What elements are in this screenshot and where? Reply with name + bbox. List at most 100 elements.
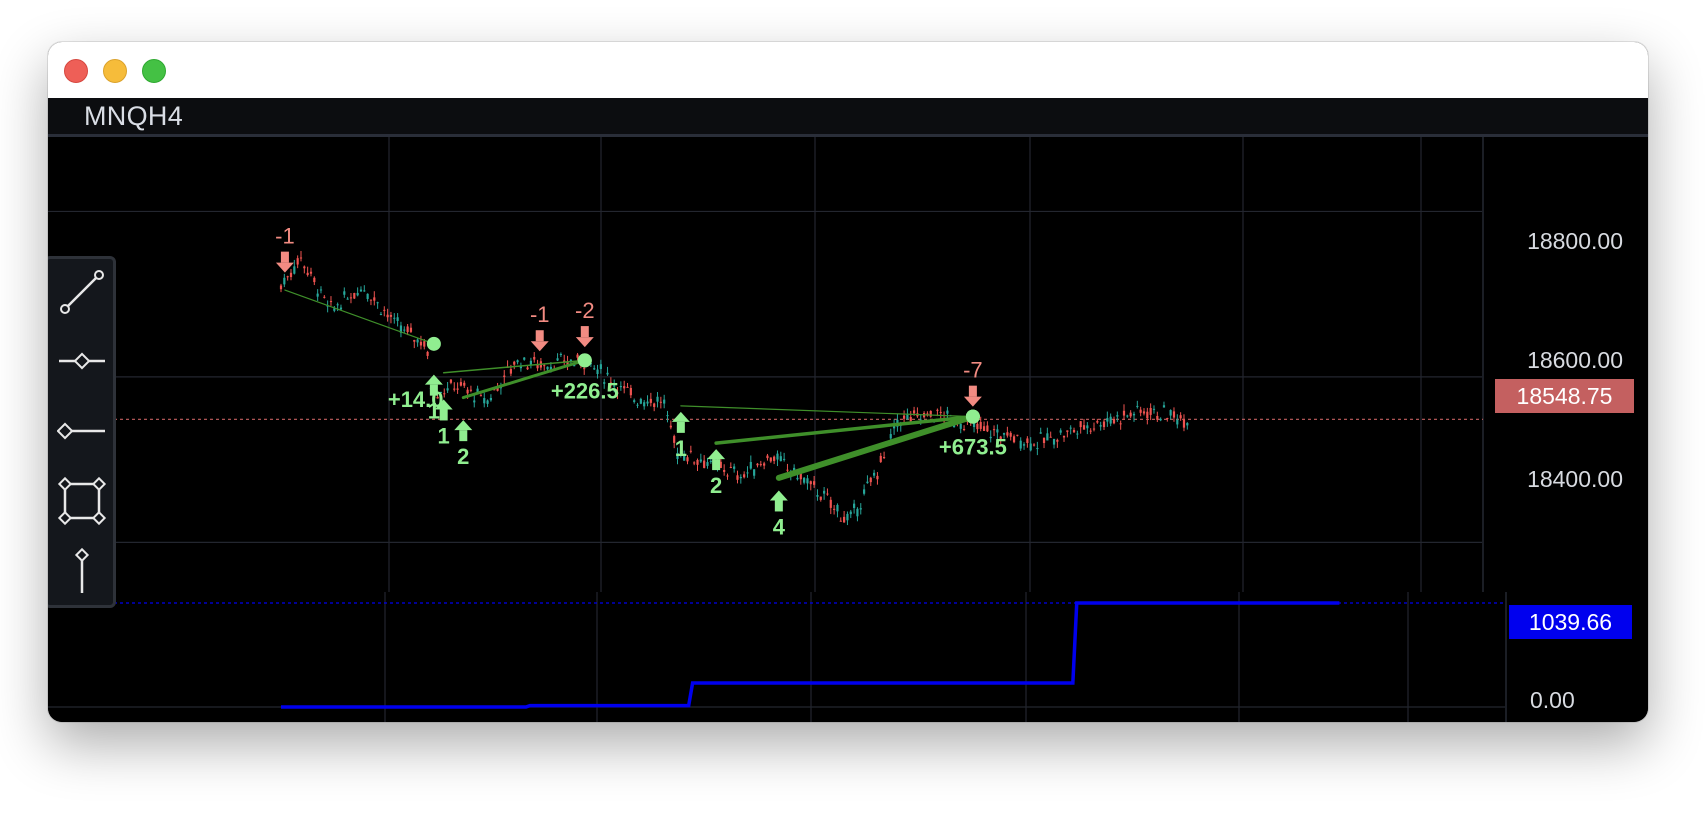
- candle-body: [1092, 428, 1096, 430]
- candle-body: [1162, 405, 1166, 408]
- candle-body: [583, 368, 586, 370]
- vertical-line-tool-icon[interactable]: [57, 545, 107, 595]
- candle-body: [756, 463, 759, 466]
- candle-body: [743, 474, 746, 478]
- candle-body: [1099, 425, 1102, 427]
- candle-body: [1166, 417, 1169, 419]
- candle-body: [469, 389, 473, 391]
- close-button[interactable]: [64, 59, 88, 83]
- candle-body: [656, 396, 659, 402]
- candle-body: [663, 399, 666, 404]
- zoom-button[interactable]: [142, 59, 166, 83]
- candle-body: [1059, 430, 1062, 433]
- candle-body: [809, 481, 812, 485]
- candle-body: [406, 326, 409, 332]
- buy-marker-label: 4: [773, 514, 786, 539]
- candle-body: [543, 365, 546, 367]
- equity-value-label: 1039.66: [1509, 605, 1632, 639]
- trade-pnl-label: +14.0: [388, 387, 444, 412]
- candle-body: [1179, 415, 1182, 419]
- candle-body: [876, 475, 879, 480]
- candle-body: [1172, 411, 1176, 418]
- candle-body: [1042, 437, 1046, 443]
- candle-body: [1029, 443, 1032, 451]
- minimize-button[interactable]: [103, 59, 127, 83]
- candle-body: [426, 351, 429, 356]
- price-chart[interactable]: -1112-1 -2124-7+14.0 +226.5+673.5: [48, 137, 1648, 722]
- candle-body: [1176, 419, 1179, 425]
- candle-body: [869, 477, 872, 483]
- candle-body: [739, 476, 742, 479]
- candle-body: [1156, 415, 1159, 420]
- candle-body: [773, 456, 776, 461]
- trade-pnl-label: +226.5: [551, 378, 619, 403]
- candle-body: [456, 388, 459, 390]
- candle-body: [946, 410, 949, 414]
- candle-body: [839, 520, 842, 522]
- candle-body: [386, 314, 389, 318]
- candle-body: [1122, 410, 1126, 416]
- candle-body: [749, 461, 752, 469]
- candle-body: [1072, 429, 1076, 433]
- candle-body: [659, 401, 662, 403]
- candle-body: [1079, 421, 1082, 428]
- candle-body: [339, 307, 343, 310]
- candle-body: [459, 382, 463, 386]
- candle-body: [526, 367, 529, 370]
- candle-body: [849, 511, 852, 515]
- candle-body: [389, 314, 393, 317]
- candle-body: [1009, 432, 1012, 437]
- candle-body: [309, 271, 313, 274]
- horizontal-ray-tool-icon[interactable]: [56, 406, 107, 456]
- candle-body: [856, 508, 859, 517]
- candle-body: [1139, 409, 1142, 413]
- candle-body: [1159, 418, 1162, 421]
- arrow-stem: [676, 421, 685, 433]
- candle-body: [733, 466, 736, 469]
- candle-body: [992, 429, 996, 431]
- candle-body: [303, 266, 306, 269]
- candle-body: [736, 475, 739, 480]
- candle-body: [446, 388, 449, 391]
- candle-body: [473, 400, 476, 403]
- candle-body: [1066, 430, 1069, 432]
- candle-body: [323, 296, 326, 298]
- candle-body: [912, 410, 916, 414]
- candle-body: [356, 292, 359, 296]
- candle-body: [846, 513, 849, 521]
- candle-body: [1142, 411, 1146, 414]
- symbol-label[interactable]: MNQH4: [84, 101, 183, 132]
- candle-body: [879, 455, 882, 462]
- candle-body: [503, 375, 506, 377]
- candle-body: [1146, 411, 1149, 419]
- candle-body: [979, 422, 982, 429]
- candle-body: [962, 428, 966, 430]
- trend-line-tool-icon[interactable]: [57, 267, 107, 317]
- candle-body: [1069, 427, 1072, 429]
- candle-body: [902, 415, 906, 419]
- candle-body: [803, 477, 806, 483]
- candle-body: [1032, 444, 1036, 446]
- candle-body: [299, 257, 303, 259]
- horizontal-line-tool-icon[interactable]: [57, 336, 107, 386]
- candle-body: [929, 410, 932, 417]
- candle-body: [599, 364, 602, 369]
- candle-body: [996, 429, 999, 433]
- candle-body: [853, 503, 856, 508]
- candle-body: [643, 402, 646, 407]
- equity-zero-label: 0.00: [1530, 687, 1575, 713]
- candle-body: [1116, 415, 1119, 417]
- candle-body: [729, 466, 732, 468]
- candle-body: [343, 291, 346, 295]
- candle-body: [976, 423, 979, 430]
- candle-body: [329, 301, 333, 303]
- candle-body: [859, 508, 862, 510]
- candle-body: [396, 317, 399, 321]
- candle-body: [546, 366, 549, 370]
- candle-body: [313, 277, 316, 283]
- chart-window: MNQH4 -1 1 1 2 -1 -2 1 2 4 -7 +14.0 +226.5 +673.5: [48, 42, 1648, 722]
- candle-body: [1149, 407, 1152, 415]
- candle-body: [1086, 425, 1089, 429]
- candle-body: [596, 369, 599, 374]
- rectangle-tool-icon[interactable]: [57, 476, 107, 526]
